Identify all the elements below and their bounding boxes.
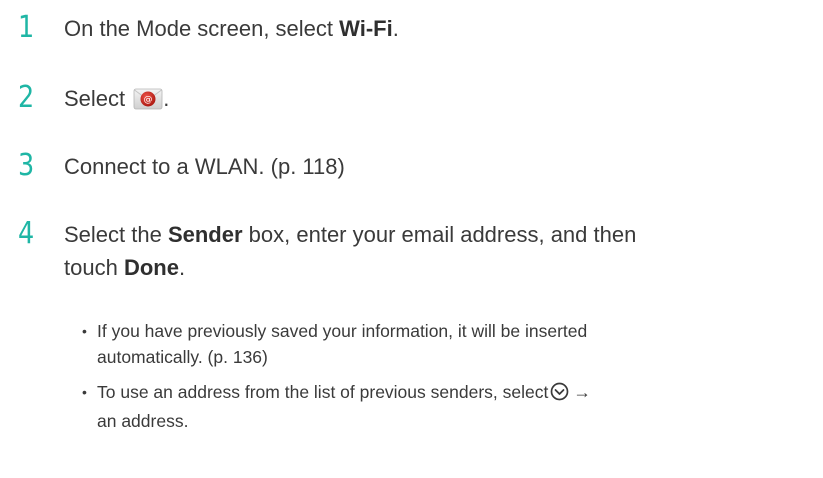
list-item: • To use an address from the list of pre…: [82, 379, 591, 434]
step-1: 1 On the Mode screen, select Wi-Fi.: [18, 10, 399, 46]
bullet-line-part: To use an address from the list of previ…: [97, 382, 549, 402]
note-list: • If you have previously saved your info…: [82, 318, 591, 443]
svg-text:@: @: [144, 95, 153, 105]
done-label: Done: [123, 255, 179, 280]
step-text: Select @ .: [64, 80, 169, 115]
sender-label: Sender: [167, 222, 243, 247]
step-text: Connect to a WLAN. (p. 118): [64, 154, 345, 179]
step-number: 1: [18, 10, 35, 45]
step-text-part: .: [392, 16, 399, 41]
step-text: Select the Sender box, enter your email …: [64, 216, 636, 284]
step-number: 2: [18, 80, 35, 115]
step-text-part: .: [163, 86, 170, 111]
step-text-part: touch: [64, 255, 124, 280]
step-4: 4 Select the Sender box, enter your emai…: [18, 216, 636, 284]
email-app-icon: @: [133, 86, 163, 111]
step-text-part: Select the: [64, 222, 168, 247]
wifi-label: Wi-Fi: [339, 16, 393, 41]
step-text: On the Mode screen, select Wi-Fi.: [64, 10, 399, 45]
step-text-part: Select: [64, 86, 132, 111]
step-text-line: Select the Sender box, enter your email …: [64, 218, 636, 251]
list-item: • If you have previously saved your info…: [82, 318, 591, 370]
bullet-text: If you have previously saved your inform…: [97, 318, 587, 370]
bullet-text: To use an address from the list of previ…: [97, 379, 591, 434]
step-2: 2 Select @ .: [18, 80, 169, 116]
bullet-line: an address.: [97, 411, 189, 431]
bullet-dot: •: [82, 384, 87, 400]
bullet-dot: •: [82, 323, 87, 339]
step-text-part: box, enter your email address, and then: [242, 222, 637, 247]
step-3: 3 Connect to a WLAN. (p. 118): [18, 148, 345, 184]
bullet-line: automatically. (p. 136): [97, 347, 268, 367]
chevron-down-circle-icon: [550, 382, 569, 408]
bullet-line: To use an address from the list of previ…: [97, 379, 591, 408]
step-number: 3: [18, 148, 35, 183]
step-text-part: On the Mode screen, select: [64, 16, 340, 41]
step-number: 4: [18, 216, 35, 251]
step-text-line: touch Done.: [64, 251, 636, 284]
arrow-icon: →: [573, 382, 591, 402]
step-text-part: .: [178, 255, 186, 280]
bullet-line: If you have previously saved your inform…: [97, 321, 588, 341]
